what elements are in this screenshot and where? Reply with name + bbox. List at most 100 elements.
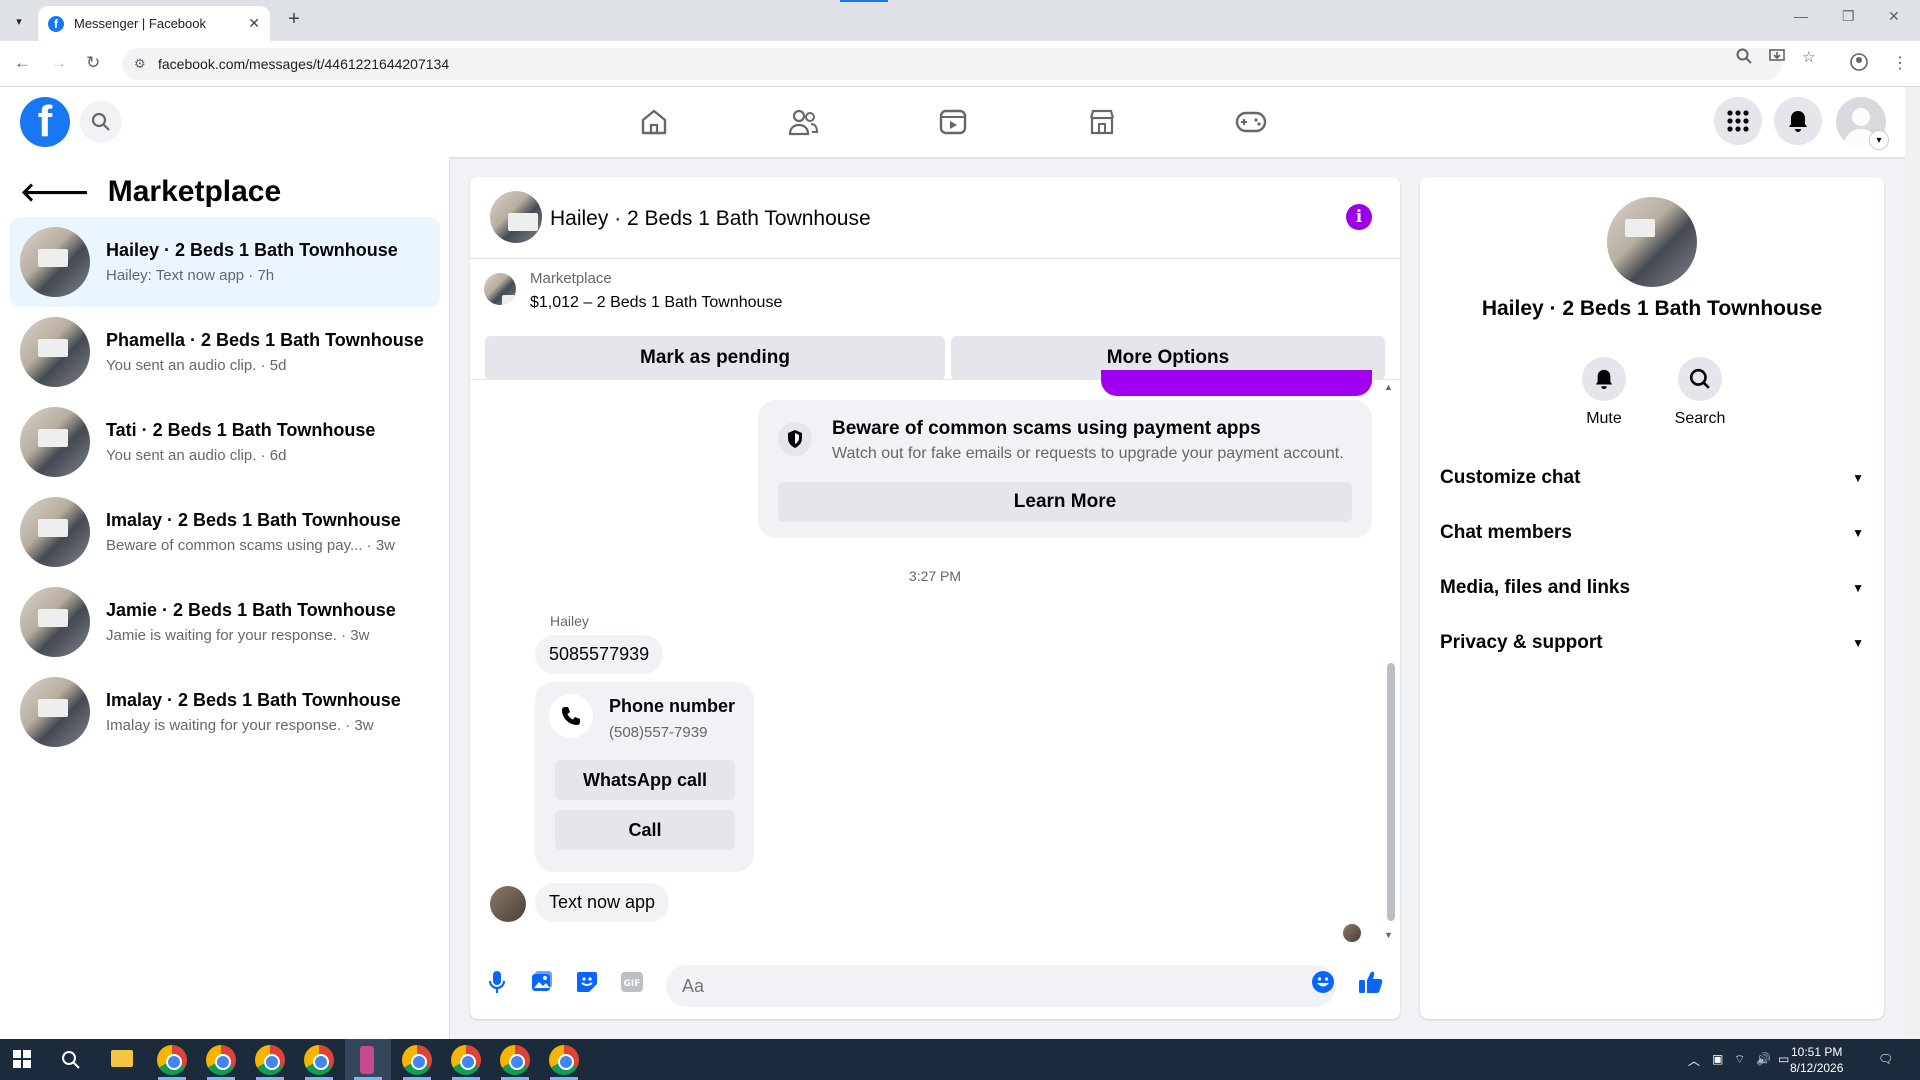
chrome-icon[interactable]	[255, 1045, 285, 1075]
tray-chevron-up-icon[interactable]: ︿	[1688, 1052, 1700, 1069]
thumbs-up-icon[interactable]	[1358, 969, 1384, 995]
listing-thumbnail	[20, 677, 90, 747]
chrome-icon[interactable]	[304, 1045, 334, 1075]
sticker-icon[interactable]	[574, 969, 600, 995]
reload-icon[interactable]: ↻	[86, 53, 100, 73]
received-message-bubble[interactable]: Text now app	[535, 883, 670, 922]
gaming-icon[interactable]	[1230, 101, 1272, 143]
menu-grid-icon[interactable]	[1714, 97, 1762, 145]
zoom-icon[interactable]	[1736, 48, 1752, 68]
privacy-support-section[interactable]: Privacy & support ▼	[1440, 632, 1864, 654]
friends-icon[interactable]	[782, 101, 824, 143]
marketplace-icon[interactable]	[1081, 101, 1123, 143]
volume-icon[interactable]: 🔊	[1756, 1052, 1771, 1066]
photo-icon[interactable]	[529, 969, 555, 995]
conversation-list-panel: 🡐 Marketplace Hailey · 2 Beds 1 Bath Tow…	[0, 157, 450, 1039]
tray-device-icon[interactable]: ▣	[1712, 1052, 1723, 1066]
windows-start-icon[interactable]	[13, 1050, 31, 1073]
chat-details-panel: Hailey · 2 Beds 1 Bath Townhouse Mute Se…	[1420, 177, 1884, 1019]
restore-icon[interactable]: ❐	[1842, 8, 1855, 25]
chrome-icon[interactable]	[206, 1045, 236, 1075]
section-label: Privacy & support	[1440, 632, 1603, 653]
scroll-down-icon[interactable]: ▼	[1384, 930, 1393, 940]
section-label: Media, files and links	[1440, 577, 1631, 598]
file-explorer-icon[interactable]	[111, 1050, 133, 1067]
chrome-icon[interactable]	[402, 1045, 432, 1075]
microphone-icon[interactable]	[484, 969, 510, 995]
browser-menu-icon[interactable]: ⋮	[1892, 53, 1908, 73]
tab-title: Messenger | Facebook	[74, 16, 206, 31]
scroll-up-icon[interactable]: ▲	[1384, 382, 1393, 392]
conversation-item[interactable]: Tati · 2 Beds 1 Bath Townhouse You sent …	[10, 397, 440, 487]
back-arrow-icon[interactable]: 🡐	[20, 177, 90, 208]
message-input[interactable]	[666, 965, 1336, 1007]
conversation-name: Phamella · 2 Beds 1 Bath Townhouse	[106, 330, 424, 350]
sent-message-bubble	[1101, 370, 1372, 396]
site-info-icon[interactable]: ⚙	[134, 56, 146, 72]
conversation-item[interactable]: Imalay · 2 Beds 1 Bath Townhouse Beware …	[10, 487, 440, 577]
chat-panel: Hailey · 2 Beds 1 Bath Townhouse i Marke…	[470, 177, 1400, 1019]
chrome-icon[interactable]	[451, 1045, 481, 1075]
gif-icon[interactable]: GIF	[619, 969, 645, 995]
pinned-app-icon[interactable]	[360, 1046, 374, 1074]
chrome-icon[interactable]	[157, 1045, 187, 1075]
address-url[interactable]: facebook.com/messages/t/4461221644207134	[158, 56, 449, 72]
conversation-item[interactable]: Phamella · 2 Beds 1 Bath Townhouse You s…	[10, 307, 440, 397]
account-chevron-down-icon[interactable]: ▾	[1870, 131, 1888, 149]
browser-tab[interactable]: f Messenger | Facebook ✕	[38, 6, 270, 41]
message-list[interactable]: Beware of common scams using payment app…	[470, 370, 1400, 945]
media-files-links-section[interactable]: Media, files and links ▼	[1440, 577, 1864, 599]
mark-pending-button[interactable]: Mark as pending	[485, 336, 945, 380]
notification-center-icon[interactable]: 🗨	[1878, 1052, 1893, 1066]
chat-members-section[interactable]: Chat members ▼	[1440, 522, 1864, 544]
back-icon[interactable]: ←	[14, 53, 31, 73]
emoji-icon[interactable]	[1310, 969, 1336, 995]
network-icon[interactable]: ⌔	[1734, 1052, 1745, 1067]
conversation-item[interactable]: Imalay · 2 Beds 1 Bath Townhouse Imalay …	[10, 667, 440, 757]
display-icon[interactable]: ▭	[1778, 1052, 1789, 1066]
conversation-item[interactable]: Hailey · 2 Beds 1 Bath Townhouse Hailey:…	[10, 217, 440, 307]
taskbar-clock[interactable]: 10:51 PM 8/12/2026	[1790, 1044, 1843, 1076]
search-conversation-button[interactable]: Search	[1665, 357, 1735, 428]
learn-more-button[interactable]: Learn More	[778, 482, 1352, 522]
whatsapp-call-button[interactable]: WhatsApp call	[555, 760, 735, 800]
info-icon[interactable]: i	[1346, 204, 1372, 230]
new-tab-icon[interactable]: +	[282, 8, 306, 31]
close-window-icon[interactable]: ✕	[1888, 8, 1900, 25]
sender-avatar[interactable]	[490, 886, 526, 922]
customize-chat-section[interactable]: Customize chat ▼	[1440, 467, 1864, 489]
chrome-icon[interactable]	[549, 1045, 579, 1075]
chrome-icon[interactable]	[500, 1045, 530, 1075]
message-composer: GIF	[470, 947, 1400, 1019]
conversation-item[interactable]: Jamie · 2 Beds 1 Bath Townhouse Jamie is…	[10, 577, 440, 667]
message-scrollbar[interactable]	[1387, 663, 1395, 921]
bookmark-star-icon[interactable]: ☆	[1802, 48, 1815, 66]
profile-icon[interactable]	[1850, 53, 1868, 76]
video-icon[interactable]	[932, 101, 974, 143]
taskbar-search-icon[interactable]	[61, 1050, 81, 1075]
home-icon[interactable]	[633, 101, 675, 143]
listing-title[interactable]: $1,012 – 2 Beds 1 Bath Townhouse	[530, 294, 782, 312]
notifications-bell-icon[interactable]	[1774, 97, 1822, 145]
chat-thumbnail[interactable]	[490, 191, 542, 243]
search-icon[interactable]	[80, 101, 122, 143]
conversation-preview: You sent an audio clip. · 5d	[106, 357, 287, 374]
address-bar[interactable]: ⚙ facebook.com/messages/t/44612216442071…	[122, 48, 1782, 80]
tab-search-icon[interactable]: ▾	[8, 10, 30, 32]
profile-thumbnail[interactable]	[1607, 197, 1697, 287]
chat-title[interactable]: Hailey · 2 Beds 1 Bath Townhouse	[550, 207, 871, 231]
facebook-logo[interactable]: f	[20, 97, 70, 147]
call-button[interactable]: Call	[555, 810, 735, 850]
phone-number-card: Phone number (508)557-7939 WhatsApp call…	[535, 682, 754, 872]
forward-icon[interactable]: →	[50, 53, 67, 73]
close-tab-icon[interactable]: ✕	[248, 15, 260, 32]
mute-button[interactable]: Mute	[1569, 357, 1639, 428]
profile-name: Hailey · 2 Beds 1 Bath Townhouse	[1481, 297, 1823, 320]
svg-text:GIF: GIF	[624, 979, 641, 989]
conversation-name: Hailey · 2 Beds 1 Bath Townhouse	[106, 240, 398, 260]
page-scrollbar[interactable]	[1905, 87, 1920, 1039]
received-message-bubble[interactable]: 5085577939	[535, 635, 664, 674]
install-app-icon[interactable]	[1769, 48, 1785, 68]
conversation-name: Imalay · 2 Beds 1 Bath Townhouse	[106, 510, 401, 530]
minimize-icon[interactable]: —	[1794, 8, 1808, 24]
